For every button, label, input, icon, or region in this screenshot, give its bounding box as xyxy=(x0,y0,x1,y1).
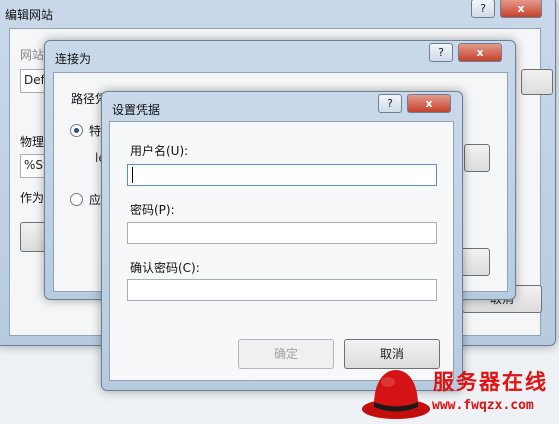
confirm-password-label: 确认密码(C): xyxy=(130,261,200,275)
text-cursor xyxy=(132,167,133,183)
username-input[interactable] xyxy=(127,164,437,186)
credentials-help-button[interactable]: ? xyxy=(378,94,402,113)
app-user-label: 应 xyxy=(89,193,102,207)
edit-site-close-button[interactable]: x xyxy=(500,0,542,18)
connect-as-title: 连接为 xyxy=(55,52,92,66)
watermark-url: www.fwqzx.com xyxy=(432,398,534,413)
physical-path-label: 物理 xyxy=(20,135,45,149)
credentials-dialog: 设置凭据 ? x 用户名(U): 密码(P): 确认密码(C): 确定 取消 xyxy=(101,91,463,391)
credentials-client: 用户名(U): 密码(P): 确认密码(C): 确定 取消 xyxy=(109,121,454,381)
specific-user-radio[interactable] xyxy=(70,124,83,137)
connect-as-close-button[interactable]: x xyxy=(458,43,502,62)
redhat-logo-icon xyxy=(362,370,430,419)
credentials-title: 设置凭据 xyxy=(112,103,161,117)
watermark-brand: 服务器在线 xyxy=(433,370,548,394)
ok-button[interactable]: 确定 xyxy=(238,339,334,369)
edit-site-help-button[interactable]: ? xyxy=(471,0,495,18)
edit-site-title: 编辑网站 xyxy=(5,8,54,22)
as-label: 作为 xyxy=(20,191,45,205)
credentials-close-button[interactable]: x xyxy=(407,94,451,113)
password-label: 密码(P): xyxy=(130,203,175,217)
username-label: 用户名(U): xyxy=(130,144,189,158)
password-input[interactable] xyxy=(127,222,437,244)
app-user-radio[interactable] xyxy=(70,193,83,206)
site-name-value: Def xyxy=(24,73,45,87)
connect-as-set-button[interactable] xyxy=(464,144,490,172)
specific-user-label: 特 xyxy=(89,124,102,138)
edit-site-right-button-1[interactable] xyxy=(521,69,553,95)
connect-as-help-button[interactable]: ? xyxy=(429,43,453,62)
site-name-label: 网站 xyxy=(20,48,45,62)
confirm-password-input[interactable] xyxy=(127,279,437,301)
